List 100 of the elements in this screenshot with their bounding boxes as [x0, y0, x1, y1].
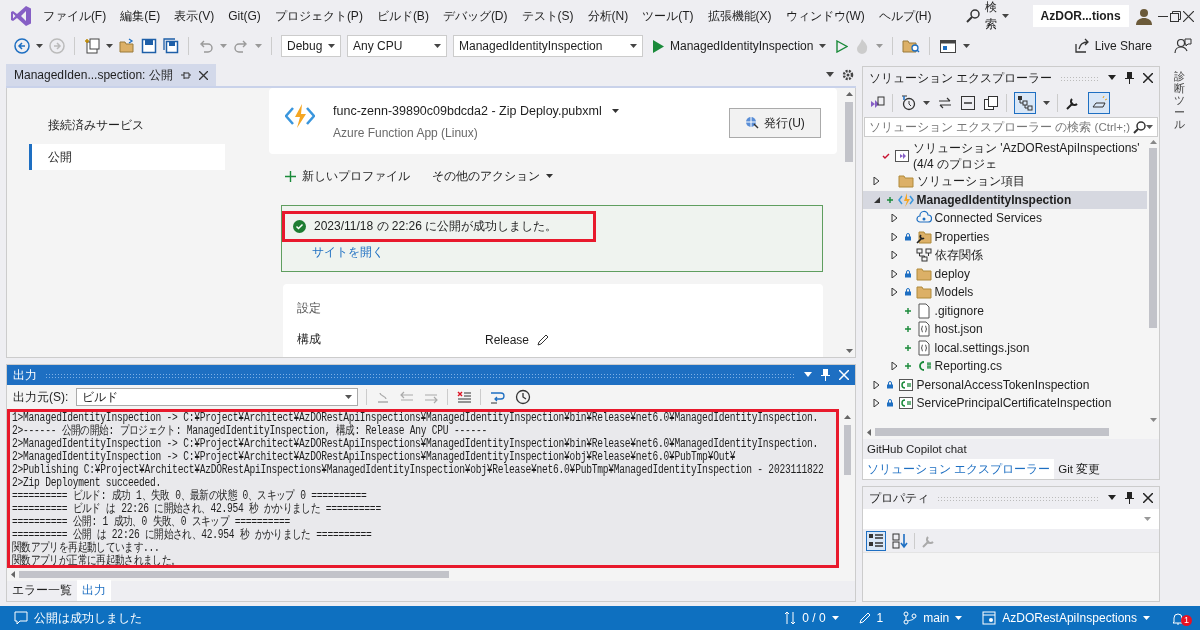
tree-item[interactable]: .gitignore [863, 301, 1147, 320]
configuration-dropdown[interactable]: Debug [281, 35, 341, 57]
tree-item[interactable]: host.json [863, 320, 1147, 339]
clear-all-icon[interactable] [456, 390, 473, 404]
open-folder-icon[interactable] [119, 38, 135, 54]
tree-item[interactable]: ソリューション 'AzDORestApiInspections' (4/4 のプロジェ [863, 140, 1147, 172]
close-icon[interactable] [1143, 73, 1153, 83]
nav-item[interactable]: 公開 [29, 144, 225, 170]
menu-item[interactable]: ビルド(B) [370, 4, 435, 28]
preview-toggle[interactable] [1088, 92, 1110, 114]
scrollbar-thumb[interactable] [19, 571, 449, 578]
expander-icon[interactable] [872, 399, 881, 408]
save-all-icon[interactable] [163, 38, 179, 54]
dropdown-icon[interactable] [1108, 495, 1116, 501]
menu-item[interactable]: 分析(N) [581, 4, 635, 28]
scroll-down-icon[interactable] [845, 349, 853, 353]
scroll-up-icon[interactable] [845, 92, 853, 96]
categorized-toggle[interactable] [866, 530, 886, 551]
scroll-down-icon[interactable] [1149, 418, 1157, 422]
start-debugging-button[interactable]: ManagedIdentityInspection [649, 37, 831, 55]
nav-item[interactable]: 接続済みサービス [29, 112, 225, 138]
menu-item[interactable]: ファイル(F) [36, 4, 113, 28]
status-message[interactable]: 公開は成功しました [8, 609, 148, 627]
new-profile-button[interactable]: 新しいプロファイル [285, 168, 410, 185]
search-field[interactable]: ソリューション エクスプローラー の検索 (Ctrl+;) [864, 117, 1158, 137]
open-site-link[interactable]: サイトを開く [312, 244, 384, 261]
tree-item[interactable]: PersonalAccessTokenInspection [863, 375, 1147, 394]
live-share-button[interactable]: Live Share [1073, 38, 1152, 54]
back-icon[interactable] [14, 38, 30, 54]
scroll-left-icon[interactable] [11, 571, 15, 578]
startup-project-dropdown[interactable]: ManagedIdentityInspection [453, 35, 643, 57]
tree-item[interactable]: Connected Services [863, 209, 1147, 228]
pencil-icon[interactable] [537, 333, 550, 346]
pending-changes-button[interactable]: 1 [852, 611, 890, 625]
side-tab[interactable]: 診断ツール [1174, 70, 1185, 131]
tracking-toggle[interactable] [1014, 92, 1036, 114]
scroll-left-icon[interactable] [867, 428, 871, 436]
scrollbar-thumb[interactable] [875, 428, 1109, 436]
scrollbar-thumb[interactable] [1149, 148, 1157, 328]
platform-dropdown[interactable]: Any CPU [347, 35, 447, 57]
folder-search-icon[interactable] [902, 38, 921, 54]
sync-icon[interactable] [937, 95, 953, 111]
feedback-icon[interactable] [1174, 38, 1192, 54]
vs-solution-icon[interactable] [869, 95, 885, 111]
panel-tab[interactable]: Git 変更 [1054, 459, 1105, 479]
tree-item[interactable]: Models [863, 283, 1147, 302]
save-icon[interactable] [141, 38, 157, 54]
search-input[interactable]: ソリューション エクスプローラー の検索 (Ctrl+;) [869, 121, 1133, 133]
word-wrap-icon[interactable] [489, 389, 508, 405]
branch-button[interactable]: main [897, 611, 969, 625]
output-source-dropdown[interactable]: ビルド [76, 388, 359, 406]
dropdown-icon[interactable] [1108, 75, 1116, 81]
tree-item[interactable]: deploy [863, 264, 1147, 283]
menu-item[interactable]: テスト(S) [515, 4, 580, 28]
menu-item[interactable]: デバッグ(D) [436, 4, 514, 28]
close-icon[interactable] [198, 70, 208, 80]
clock-icon[interactable] [515, 389, 532, 405]
menu-item[interactable]: ヘルプ(H) [872, 4, 938, 28]
tree-item[interactable]: 依存関係 [863, 246, 1147, 265]
account-icon[interactable] [1134, 7, 1154, 25]
panel-tab[interactable]: エラー一覧 [7, 580, 77, 601]
tree-item[interactable]: Reporting.cs [863, 357, 1147, 376]
window-layout-icon[interactable] [939, 38, 958, 54]
scroll-up-icon[interactable] [843, 415, 851, 419]
panel-tab[interactable]: 出力 [77, 580, 111, 601]
new-project-icon[interactable] [84, 38, 100, 54]
tree-item[interactable]: ソリューション項目 [863, 172, 1147, 191]
close-icon[interactable] [1143, 493, 1153, 503]
scroll-up-icon[interactable] [1149, 140, 1157, 144]
panel-tab[interactable]: GitHub Copilot chat [863, 439, 971, 459]
caret-icon[interactable] [611, 108, 619, 114]
repository-button[interactable]: AzDORestApiInspections [976, 611, 1156, 625]
tree-item[interactable]: ManagedIdentityInspection [863, 190, 1147, 209]
document-tab[interactable]: ManagedIden...spection: 公開 [6, 64, 216, 86]
menu-item[interactable]: 編集(E) [114, 4, 167, 28]
visual-studio-logo-icon[interactable] [10, 5, 32, 27]
menu-item[interactable]: ツール(T) [636, 4, 700, 28]
tree-item[interactable]: Properties [863, 227, 1147, 246]
settings-icon[interactable] [842, 69, 854, 81]
run-without-debugging-icon[interactable] [836, 39, 849, 53]
dropdown-icon[interactable] [826, 72, 834, 78]
scrollbar-thumb[interactable] [843, 425, 851, 475]
expander-icon[interactable] [890, 288, 899, 297]
more-actions-button[interactable]: その他のアクション [432, 168, 553, 185]
menu-item[interactable]: プロジェクト(P) [268, 4, 369, 28]
tree-item[interactable]: ServicePrincipalCertificateInspection [863, 394, 1147, 413]
sort-alphabetical-icon[interactable] [892, 532, 908, 549]
collapse-all-icon[interactable] [960, 95, 976, 111]
search-button[interactable]: 検索 [957, 0, 1017, 36]
wrench-icon[interactable] [1065, 95, 1081, 111]
menu-item[interactable]: 表示(V) [168, 4, 221, 28]
menu-item[interactable]: Git(G) [222, 6, 267, 26]
history-icon[interactable] [900, 95, 916, 111]
scrollbar-thumb[interactable] [845, 102, 853, 162]
scrollbar[interactable] [1147, 137, 1159, 425]
menu-item[interactable]: 拡張機能(X) [701, 4, 778, 28]
panel-tab[interactable]: ソリューション エクスプローラー [863, 459, 1055, 479]
sync-changes-button[interactable]: 0 / 0 [778, 611, 845, 625]
copy-icon[interactable] [983, 95, 999, 111]
menu-item[interactable]: ウィンドウ(W) [779, 4, 871, 28]
